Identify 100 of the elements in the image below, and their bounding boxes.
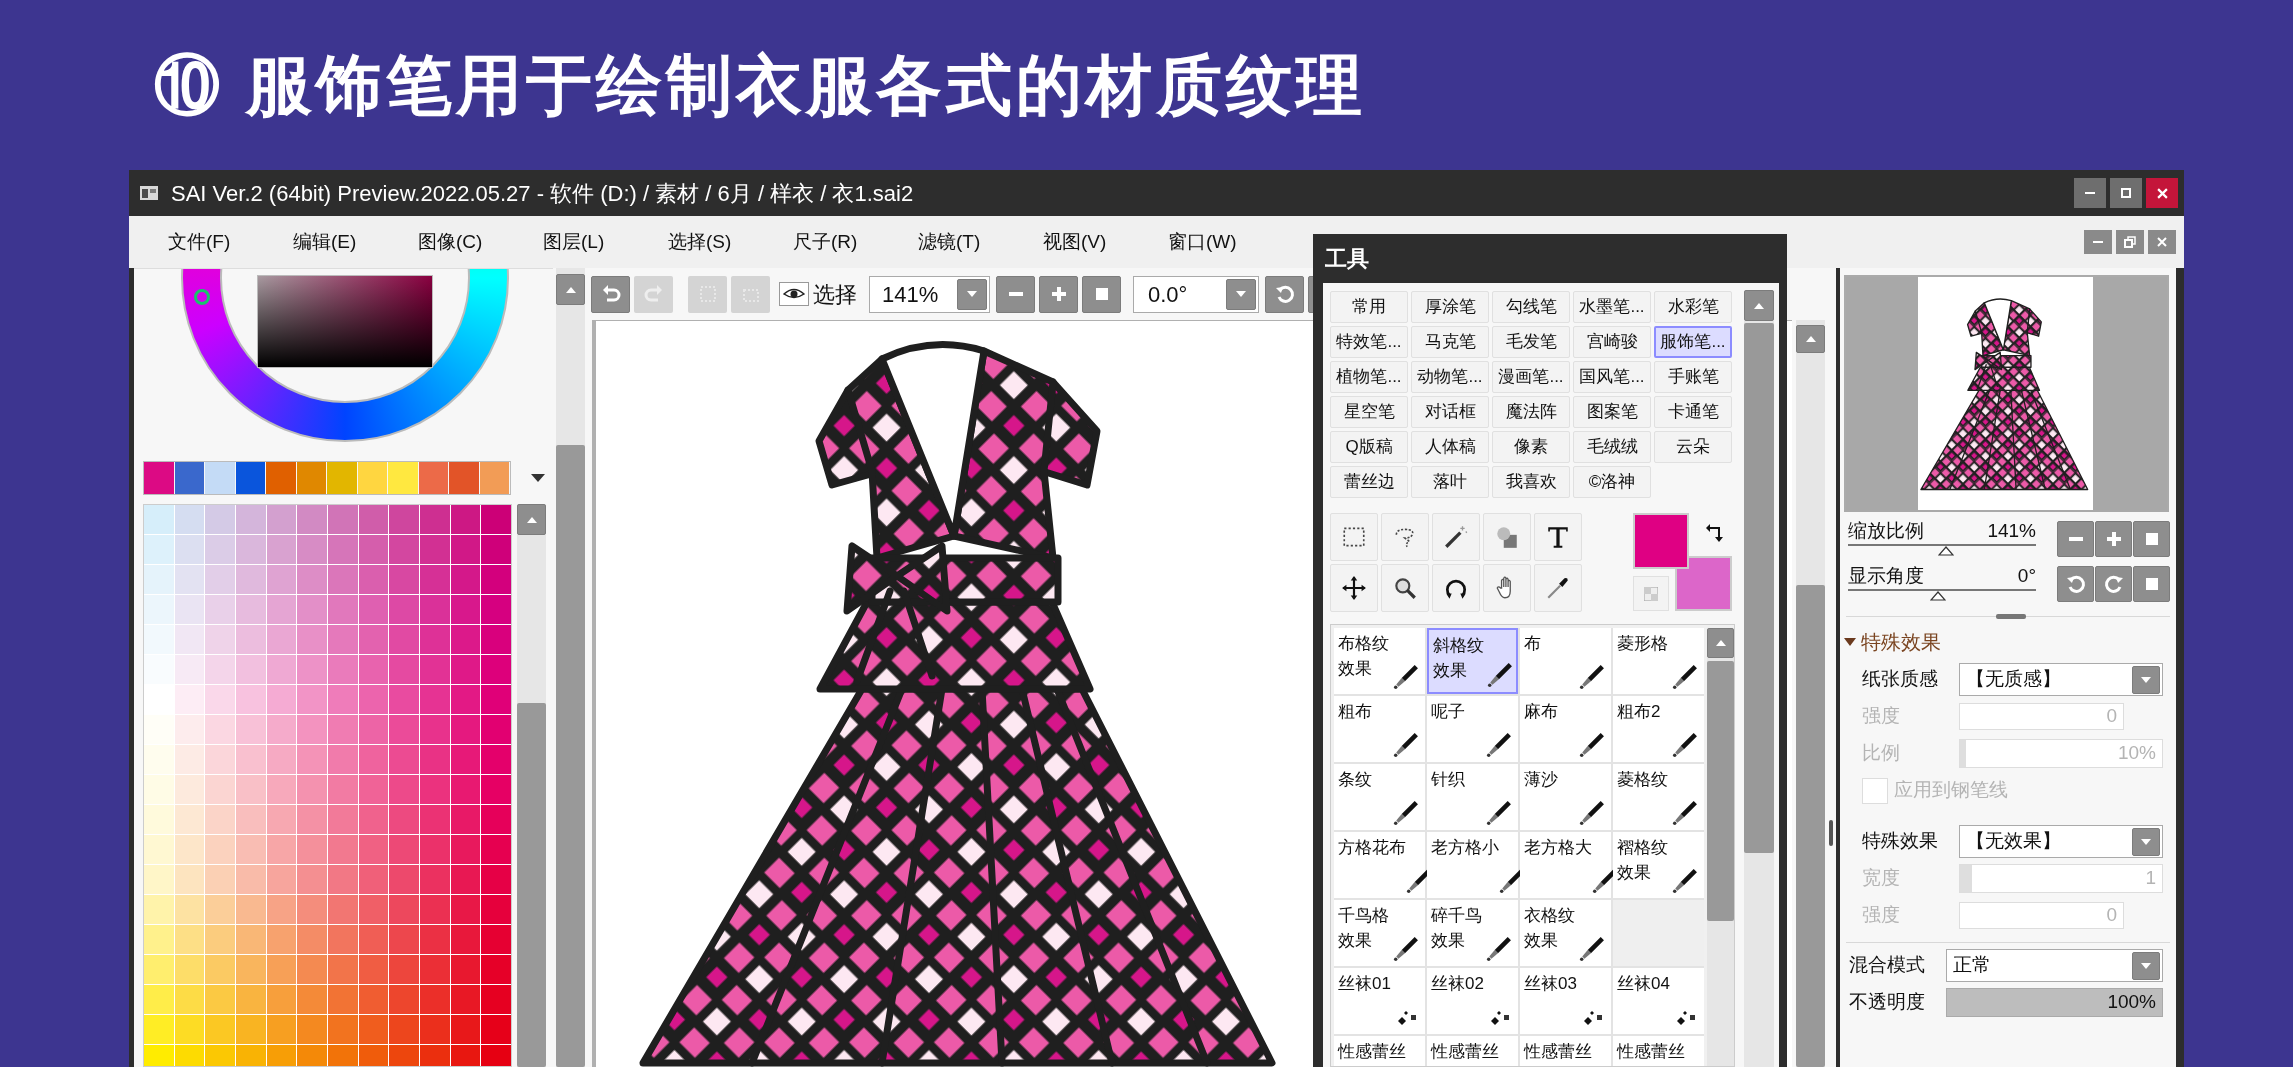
dropdown[interactable]: 【无质感】 bbox=[1959, 663, 2163, 696]
brush-item[interactable]: 褶格纹效果 bbox=[1613, 832, 1704, 898]
brush-group-tab[interactable]: 马克笔 bbox=[1411, 326, 1489, 358]
scrollbar-thumb[interactable] bbox=[1744, 323, 1774, 853]
brush-group-tab[interactable]: 对话框 bbox=[1411, 396, 1489, 428]
minimize-button[interactable] bbox=[2074, 178, 2106, 208]
brush-group-tab[interactable]: 图案笔 bbox=[1573, 396, 1651, 428]
foreground-color[interactable] bbox=[1633, 513, 1689, 569]
restore-button[interactable] bbox=[2116, 230, 2144, 254]
scrollbar-thumb[interactable] bbox=[517, 703, 546, 1067]
magic-wand-tool[interactable] bbox=[1432, 513, 1480, 561]
hue-marker[interactable] bbox=[194, 289, 210, 305]
zoom-reset-button[interactable] bbox=[2133, 520, 2170, 557]
scroll-up-icon[interactable] bbox=[1715, 640, 1726, 646]
zoom-in-button[interactable] bbox=[2095, 520, 2132, 557]
close-button[interactable] bbox=[2146, 178, 2178, 208]
menu-item[interactable]: 编辑(E) bbox=[285, 227, 410, 257]
resize-grip[interactable] bbox=[1828, 820, 1833, 846]
dropdown[interactable]: 【无效果】 bbox=[1959, 825, 2163, 858]
brush-item[interactable]: 方格花布 bbox=[1334, 832, 1425, 898]
rotate-tool[interactable] bbox=[1432, 564, 1480, 612]
slider-track[interactable] bbox=[1848, 589, 2036, 602]
brush-group-tab[interactable]: Q版稿 bbox=[1330, 431, 1408, 463]
brush-group-tab[interactable]: 像素 bbox=[1492, 431, 1570, 463]
brush-item[interactable]: 老方格大 bbox=[1520, 832, 1611, 898]
color-swatch[interactable] bbox=[266, 462, 297, 494]
rotate-left-button[interactable] bbox=[1265, 275, 1304, 313]
brush-item[interactable]: 丝袜03 bbox=[1520, 968, 1611, 1034]
text-tool[interactable] bbox=[1534, 513, 1582, 561]
brush-item[interactable]: 碎千鸟效果 bbox=[1427, 900, 1518, 966]
brush-item[interactable]: 条纹 bbox=[1334, 764, 1425, 830]
color-swatch[interactable] bbox=[205, 462, 236, 494]
rotate-left-button[interactable] bbox=[2057, 565, 2094, 602]
brush-group-tab[interactable]: 宫崎骏 bbox=[1573, 326, 1651, 358]
menu-item[interactable]: 图层(L) bbox=[535, 227, 660, 257]
undo-button[interactable] bbox=[591, 275, 630, 313]
brush-group-tab[interactable]: 落叶 bbox=[1411, 466, 1489, 498]
color-palette-grid[interactable] bbox=[143, 504, 512, 1067]
brush-group-tab[interactable]: 人体稿 bbox=[1411, 431, 1489, 463]
brush-item[interactable]: 千鸟格效果 bbox=[1334, 900, 1425, 966]
shape-tool[interactable] bbox=[1483, 513, 1531, 561]
brush-group-tab[interactable]: 星空笔 bbox=[1330, 396, 1408, 428]
minimize-button[interactable] bbox=[2084, 230, 2112, 254]
menu-item[interactable]: 视图(V) bbox=[1035, 227, 1160, 257]
zoom-out-button[interactable] bbox=[2057, 520, 2094, 557]
brush-item[interactable]: 布格纹效果 bbox=[1334, 628, 1425, 694]
menu-item[interactable]: 尺子(R) bbox=[785, 227, 910, 257]
brush-item[interactable]: 针织 bbox=[1427, 764, 1518, 830]
scroll-up-icon[interactable] bbox=[1754, 302, 1764, 309]
brush-item[interactable]: 性感蕾丝 bbox=[1520, 1036, 1611, 1066]
color-swatch[interactable] bbox=[296, 462, 327, 494]
scrollbar-thumb[interactable] bbox=[556, 445, 585, 1067]
brush-group-tab[interactable]: 特效笔... bbox=[1330, 326, 1408, 358]
slider-track[interactable] bbox=[1848, 544, 2036, 557]
scroll-up-icon[interactable] bbox=[526, 516, 537, 523]
brush-item[interactable]: 老方格小 bbox=[1427, 832, 1518, 898]
maximize-button[interactable] bbox=[2110, 178, 2142, 208]
brush-item[interactable]: 菱形格 bbox=[1613, 628, 1704, 694]
brush-group-tab[interactable]: 云朵 bbox=[1654, 431, 1732, 463]
visibility-toggle[interactable] bbox=[779, 282, 809, 306]
background-color[interactable] bbox=[1675, 556, 1732, 611]
panel-grip[interactable] bbox=[1996, 614, 2026, 619]
brush-item[interactable]: 性感蕾丝 bbox=[1334, 1036, 1425, 1066]
scrollbar-thumb[interactable] bbox=[1707, 661, 1734, 921]
color-swatch[interactable] bbox=[479, 462, 510, 494]
color-swatch[interactable] bbox=[327, 462, 358, 494]
dropdown[interactable]: 正常 bbox=[1946, 949, 2163, 982]
brush-group-tab[interactable]: 动物笔... bbox=[1411, 361, 1489, 393]
brush-item[interactable]: 性感蕾丝 bbox=[1427, 1036, 1518, 1066]
close-button[interactable] bbox=[2148, 230, 2176, 254]
brush-item[interactable]: 麻布 bbox=[1520, 696, 1611, 762]
brush-group-tab[interactable]: 卡通笔 bbox=[1654, 396, 1732, 428]
brush-group-tab[interactable]: 勾线笔 bbox=[1492, 291, 1570, 323]
brush-group-tab[interactable]: 手账笔 bbox=[1654, 361, 1732, 393]
brush-item[interactable]: 薄沙 bbox=[1520, 764, 1611, 830]
brush-item[interactable]: 菱格纹 bbox=[1613, 764, 1704, 830]
brush-item[interactable]: 布 bbox=[1520, 628, 1611, 694]
brush-group-tab[interactable]: 毛发笔 bbox=[1492, 326, 1570, 358]
rotate-right-button[interactable] bbox=[2095, 565, 2132, 602]
color-swatch[interactable] bbox=[144, 462, 175, 494]
color-swatch[interactable] bbox=[235, 462, 266, 494]
brush-group-tab[interactable]: 漫画笔... bbox=[1492, 361, 1570, 393]
color-square[interactable] bbox=[257, 275, 433, 368]
brush-group-tab[interactable]: 水墨笔... bbox=[1573, 291, 1651, 323]
brush-group-tab[interactable]: 国风笔... bbox=[1573, 361, 1651, 393]
color-swatch[interactable] bbox=[388, 462, 419, 494]
brush-item[interactable]: 丝袜01 bbox=[1334, 968, 1425, 1034]
scrollbar-thumb[interactable] bbox=[1796, 585, 1825, 1067]
color-swatch[interactable] bbox=[174, 462, 205, 494]
section-header[interactable]: 特殊效果 bbox=[1844, 627, 1941, 657]
hand-tool[interactable] bbox=[1483, 564, 1531, 612]
menu-item[interactable]: 选择(S) bbox=[660, 227, 785, 257]
zoom-dropdown[interactable]: 141% bbox=[869, 275, 990, 313]
zoom-reset-button[interactable] bbox=[1082, 275, 1121, 313]
brush-group-tab[interactable]: 我喜欢 bbox=[1492, 466, 1570, 498]
color-swatch[interactable] bbox=[418, 462, 449, 494]
brush-item[interactable]: 丝袜04 bbox=[1613, 968, 1704, 1034]
zoom-out-button[interactable] bbox=[996, 275, 1035, 313]
brush-group-tab[interactable]: 厚涂笔 bbox=[1411, 291, 1489, 323]
brush-group-tab[interactable]: 常用 bbox=[1330, 291, 1408, 323]
